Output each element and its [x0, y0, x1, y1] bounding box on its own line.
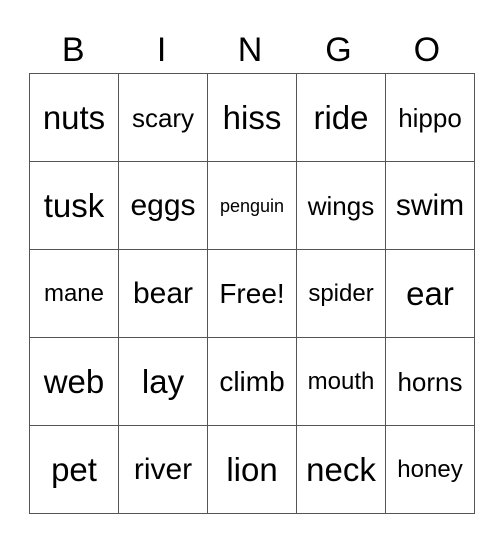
bingo-header: B I N G O	[29, 28, 471, 72]
bingo-cell[interactable]: web	[29, 337, 119, 426]
bingo-cell[interactable]: swim	[385, 161, 475, 250]
bingo-cell[interactable]: spider	[296, 249, 386, 338]
grid-row: nuts scary hiss ride hippo	[29, 73, 475, 162]
header-letter-b: B	[61, 31, 85, 69]
bingo-cell[interactable]: penguin	[207, 161, 297, 250]
grid-row: mane bear Free! spider ear	[29, 249, 475, 338]
bingo-cell[interactable]: lion	[207, 425, 297, 514]
bingo-cell[interactable]: eggs	[118, 161, 208, 250]
grid-row: tusk eggs penguin wings swim	[29, 161, 475, 250]
bingo-cell[interactable]: neck	[296, 425, 386, 514]
bingo-cell[interactable]: river	[118, 425, 208, 514]
header-letter-o: O	[413, 31, 441, 69]
bingo-cell[interactable]: honey	[385, 425, 475, 514]
bingo-cell[interactable]: lay	[118, 337, 208, 426]
bingo-cell[interactable]: hippo	[385, 73, 475, 162]
bingo-cell[interactable]: hiss	[207, 73, 297, 162]
bingo-cell[interactable]: nuts	[29, 73, 119, 162]
header-letter-n: N	[237, 31, 263, 69]
grid-row: web lay climb mouth horns	[29, 337, 475, 426]
bingo-cell[interactable]: mane	[29, 249, 119, 338]
free-space-cell[interactable]: Free!	[207, 249, 297, 338]
bingo-cell[interactable]: bear	[118, 249, 208, 338]
bingo-cell[interactable]: ride	[296, 73, 386, 162]
bingo-grid: nuts scary hiss ride hippo tusk eggs pen…	[29, 73, 475, 514]
grid-row: pet river lion neck honey	[29, 425, 475, 514]
header-letter-g: G	[325, 31, 352, 69]
bingo-cell[interactable]: horns	[385, 337, 475, 426]
bingo-cell[interactable]: climb	[207, 337, 297, 426]
bingo-cell[interactable]: pet	[29, 425, 119, 514]
bingo-cell[interactable]: mouth	[296, 337, 386, 426]
bingo-cell[interactable]: tusk	[29, 161, 119, 250]
bingo-cell[interactable]: scary	[118, 73, 208, 162]
bingo-cell[interactable]: wings	[296, 161, 386, 250]
bingo-cell[interactable]: ear	[385, 249, 475, 338]
header-letter-i: I	[156, 31, 167, 69]
